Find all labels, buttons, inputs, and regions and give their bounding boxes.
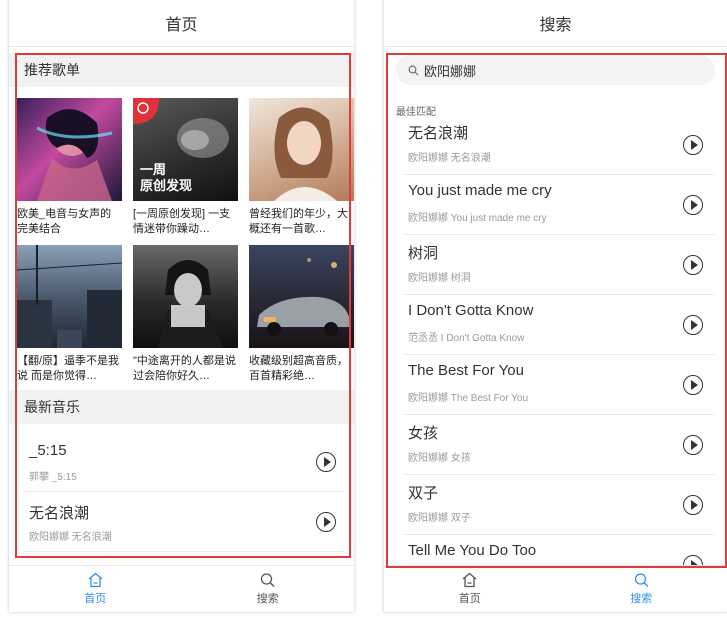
- song-artist: 欧阳娜娜 双子: [408, 513, 471, 524]
- tab-label: 搜索: [630, 593, 653, 605]
- tab-bar: 首页 搜索: [384, 565, 727, 612]
- tab-label: 首页: [458, 593, 481, 605]
- play-icon[interactable]: [683, 375, 703, 395]
- page-title: 首页: [9, 0, 354, 47]
- search-icon: [408, 65, 419, 75]
- song-row[interactable]: _5:15 郭攀 _5:15: [24, 432, 344, 492]
- best-match-label: 最佳匹配: [396, 107, 436, 118]
- result-row[interactable]: 树洞 欧阳娜娜 树洞: [404, 235, 715, 295]
- result-row[interactable]: You just made me cry 欧阳娜娜 You just made …: [404, 175, 715, 235]
- playlist-card[interactable]: 曾经我们的年少，大概还有一首歌…: [249, 98, 354, 237]
- tab-home[interactable]: 首页: [384, 566, 556, 612]
- song-artist: 欧阳娜娜 You just made me cry: [408, 213, 547, 224]
- playlist-cover: [133, 245, 238, 348]
- playlist-title: 收藏级别超高音质，百首精彩绝…: [249, 355, 348, 382]
- song-name: The Best For You: [408, 362, 524, 379]
- song-name: 无名浪潮: [408, 125, 469, 142]
- song-name: 无名浪潮: [29, 505, 90, 522]
- song-row[interactable]: 无名浪潮 欧阳娜娜 无名浪潮: [24, 492, 344, 552]
- search-results: 无名浪潮 欧阳娜娜 无名浪潮 You just made me cry 欧阳娜娜…: [384, 115, 727, 565]
- song-name: I Don't Gotta Know: [408, 302, 534, 319]
- play-icon[interactable]: [683, 315, 703, 335]
- playlist-card[interactable]: 欧美_电音与女声的完美结合: [17, 98, 122, 237]
- playlist-card[interactable]: 【翻/原】逼季不是我说 而是你觉得…: [17, 245, 122, 384]
- play-icon[interactable]: [683, 255, 703, 275]
- tab-label: 首页: [84, 593, 107, 605]
- song-artist: 欧阳娜娜 无名浪潮: [408, 153, 491, 164]
- playlist-card[interactable]: 收藏级别超高音质，百首精彩绝…: [249, 245, 354, 384]
- song-artist: 欧阳娜娜 树洞: [408, 273, 471, 284]
- tab-label: 搜索: [256, 593, 279, 605]
- song-artist: 欧阳娜娜 The Best For You: [408, 393, 529, 404]
- song-artist: 欧阳娜娜 女孩: [408, 453, 471, 464]
- play-icon[interactable]: [683, 135, 703, 155]
- recommend-playlists-title: 推荐歌单: [9, 53, 354, 87]
- play-icon[interactable]: [683, 555, 703, 565]
- song-name: You just made me cry: [408, 182, 552, 199]
- search-icon: [634, 573, 649, 587]
- home-icon: [462, 572, 477, 588]
- tab-home[interactable]: 首页: [9, 566, 182, 612]
- song-name: 树洞: [408, 245, 439, 262]
- play-icon[interactable]: [683, 435, 703, 455]
- playlist-title: "中途离开的人都是说过会陪你好久…: [133, 355, 236, 382]
- song-name: Tell Me You Do Too: [408, 542, 537, 559]
- playlist-cover: [17, 98, 122, 201]
- playlist-title: 【翻/原】逼季不是我说 而是你觉得…: [17, 355, 120, 382]
- search-screen: 搜索 欧阳娜娜 最佳匹配 无名浪潮 欧阳娜娜 无名浪潮 You just mad…: [384, 0, 727, 612]
- search-query: 欧阳娜娜: [424, 63, 477, 79]
- playlist-title: 欧美_电音与女声的完美结合: [17, 208, 112, 235]
- result-row[interactable]: The Best For You 欧阳娜娜 The Best For You: [404, 355, 715, 415]
- playlist-card[interactable]: "中途离开的人都是说过会陪你好久…: [133, 245, 238, 384]
- latest-music-list: _5:15 郭攀 _5:15 无名浪潮 欧阳娜娜 无名浪潮: [9, 424, 354, 552]
- tab-bar: 首页 搜索: [9, 565, 354, 612]
- result-row[interactable]: 双子 欧阳娜娜 双子: [404, 475, 715, 535]
- play-icon[interactable]: [683, 195, 703, 215]
- playlist-card[interactable]: 一周 原创发现 [一周原创发现] 一支情迷带你躁动…: [133, 98, 238, 237]
- song-name: 女孩: [408, 425, 439, 442]
- playlist-title: [一周原创发现] 一支情迷带你躁动…: [133, 208, 231, 235]
- playlist-cover: [17, 245, 122, 348]
- song-artist: 范丞丞 I Don't Gotta Know: [408, 333, 525, 344]
- home-icon: [88, 572, 103, 588]
- song-name: 双子: [408, 485, 439, 502]
- playlist-title: 曾经我们的年少，大概还有一首歌…: [249, 208, 348, 235]
- search-icon: [261, 573, 275, 587]
- result-row[interactable]: 无名浪潮 欧阳娜娜 无名浪潮: [404, 115, 715, 175]
- song-artist: 欧阳娜娜 无名浪潮: [29, 532, 112, 543]
- playlist-grid: 欧美_电音与女声的完美结合 一周 原创发现 [一周原创发现] 一支情迷带你躁动……: [9, 87, 354, 384]
- search-content[interactable]: 欧阳娜娜 最佳匹配 无名浪潮 欧阳娜娜 无名浪潮 You just made m…: [384, 47, 727, 565]
- result-row[interactable]: 女孩 欧阳娜娜 女孩: [404, 415, 715, 475]
- home-content[interactable]: 推荐歌单 欧美_电音与女声的完美结合 一周 原创发现 [一周原创发现] 一支情迷…: [9, 47, 354, 565]
- song-name: _5:15: [29, 442, 67, 459]
- latest-music-title: 最新音乐: [9, 390, 354, 424]
- page-title: 搜索: [384, 0, 727, 47]
- home-screen: 首页 推荐歌单 欧美_电音与女声的完美结合 一周 原创发现 [一周原创发现] 一…: [9, 0, 354, 612]
- play-icon[interactable]: [316, 512, 336, 532]
- song-artist: 郭攀 _5:15: [29, 472, 77, 483]
- playlist-cover: [249, 98, 354, 201]
- playlist-cover: [249, 245, 354, 348]
- search-input[interactable]: 欧阳娜娜: [396, 55, 715, 85]
- tab-search[interactable]: 搜索: [182, 566, 355, 612]
- play-icon[interactable]: [683, 495, 703, 515]
- cover-badge-text: 一周 原创发现: [140, 162, 193, 193]
- play-icon[interactable]: [316, 452, 336, 472]
- result-row[interactable]: I Don't Gotta Know 范丞丞 I Don't Gotta Kno…: [404, 295, 715, 355]
- playlist-cover: 一周 原创发现: [133, 98, 238, 201]
- tab-search[interactable]: 搜索: [556, 566, 727, 612]
- result-row[interactable]: Tell Me You Do Too: [404, 535, 715, 565]
